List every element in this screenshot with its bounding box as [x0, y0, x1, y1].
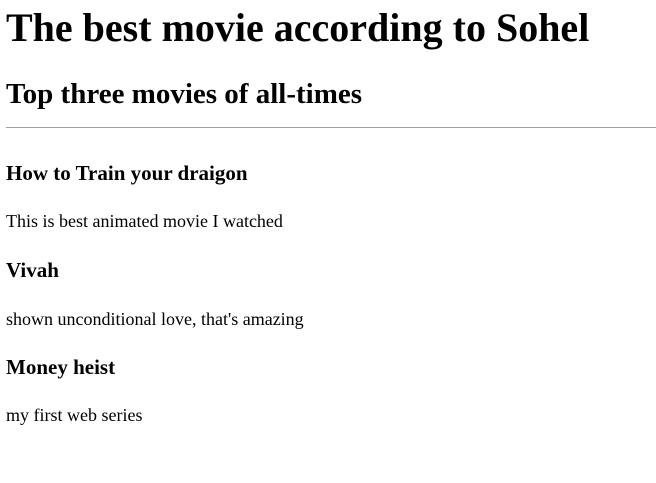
movie-description: This is best animated movie I watched	[6, 211, 283, 231]
movie-description: my first web series	[6, 405, 143, 425]
movie-title: Vivah	[6, 258, 59, 282]
movie-description: shown unconditional love, that's amazing	[6, 309, 304, 329]
page-subtitle: Top three movies of all-times	[6, 78, 363, 110]
movie-title: Money heist	[6, 355, 116, 379]
page-title: The best movie according to Sohel	[6, 5, 590, 50]
divider	[6, 127, 656, 128]
movie-title: How to Train your draigon	[6, 161, 248, 185]
